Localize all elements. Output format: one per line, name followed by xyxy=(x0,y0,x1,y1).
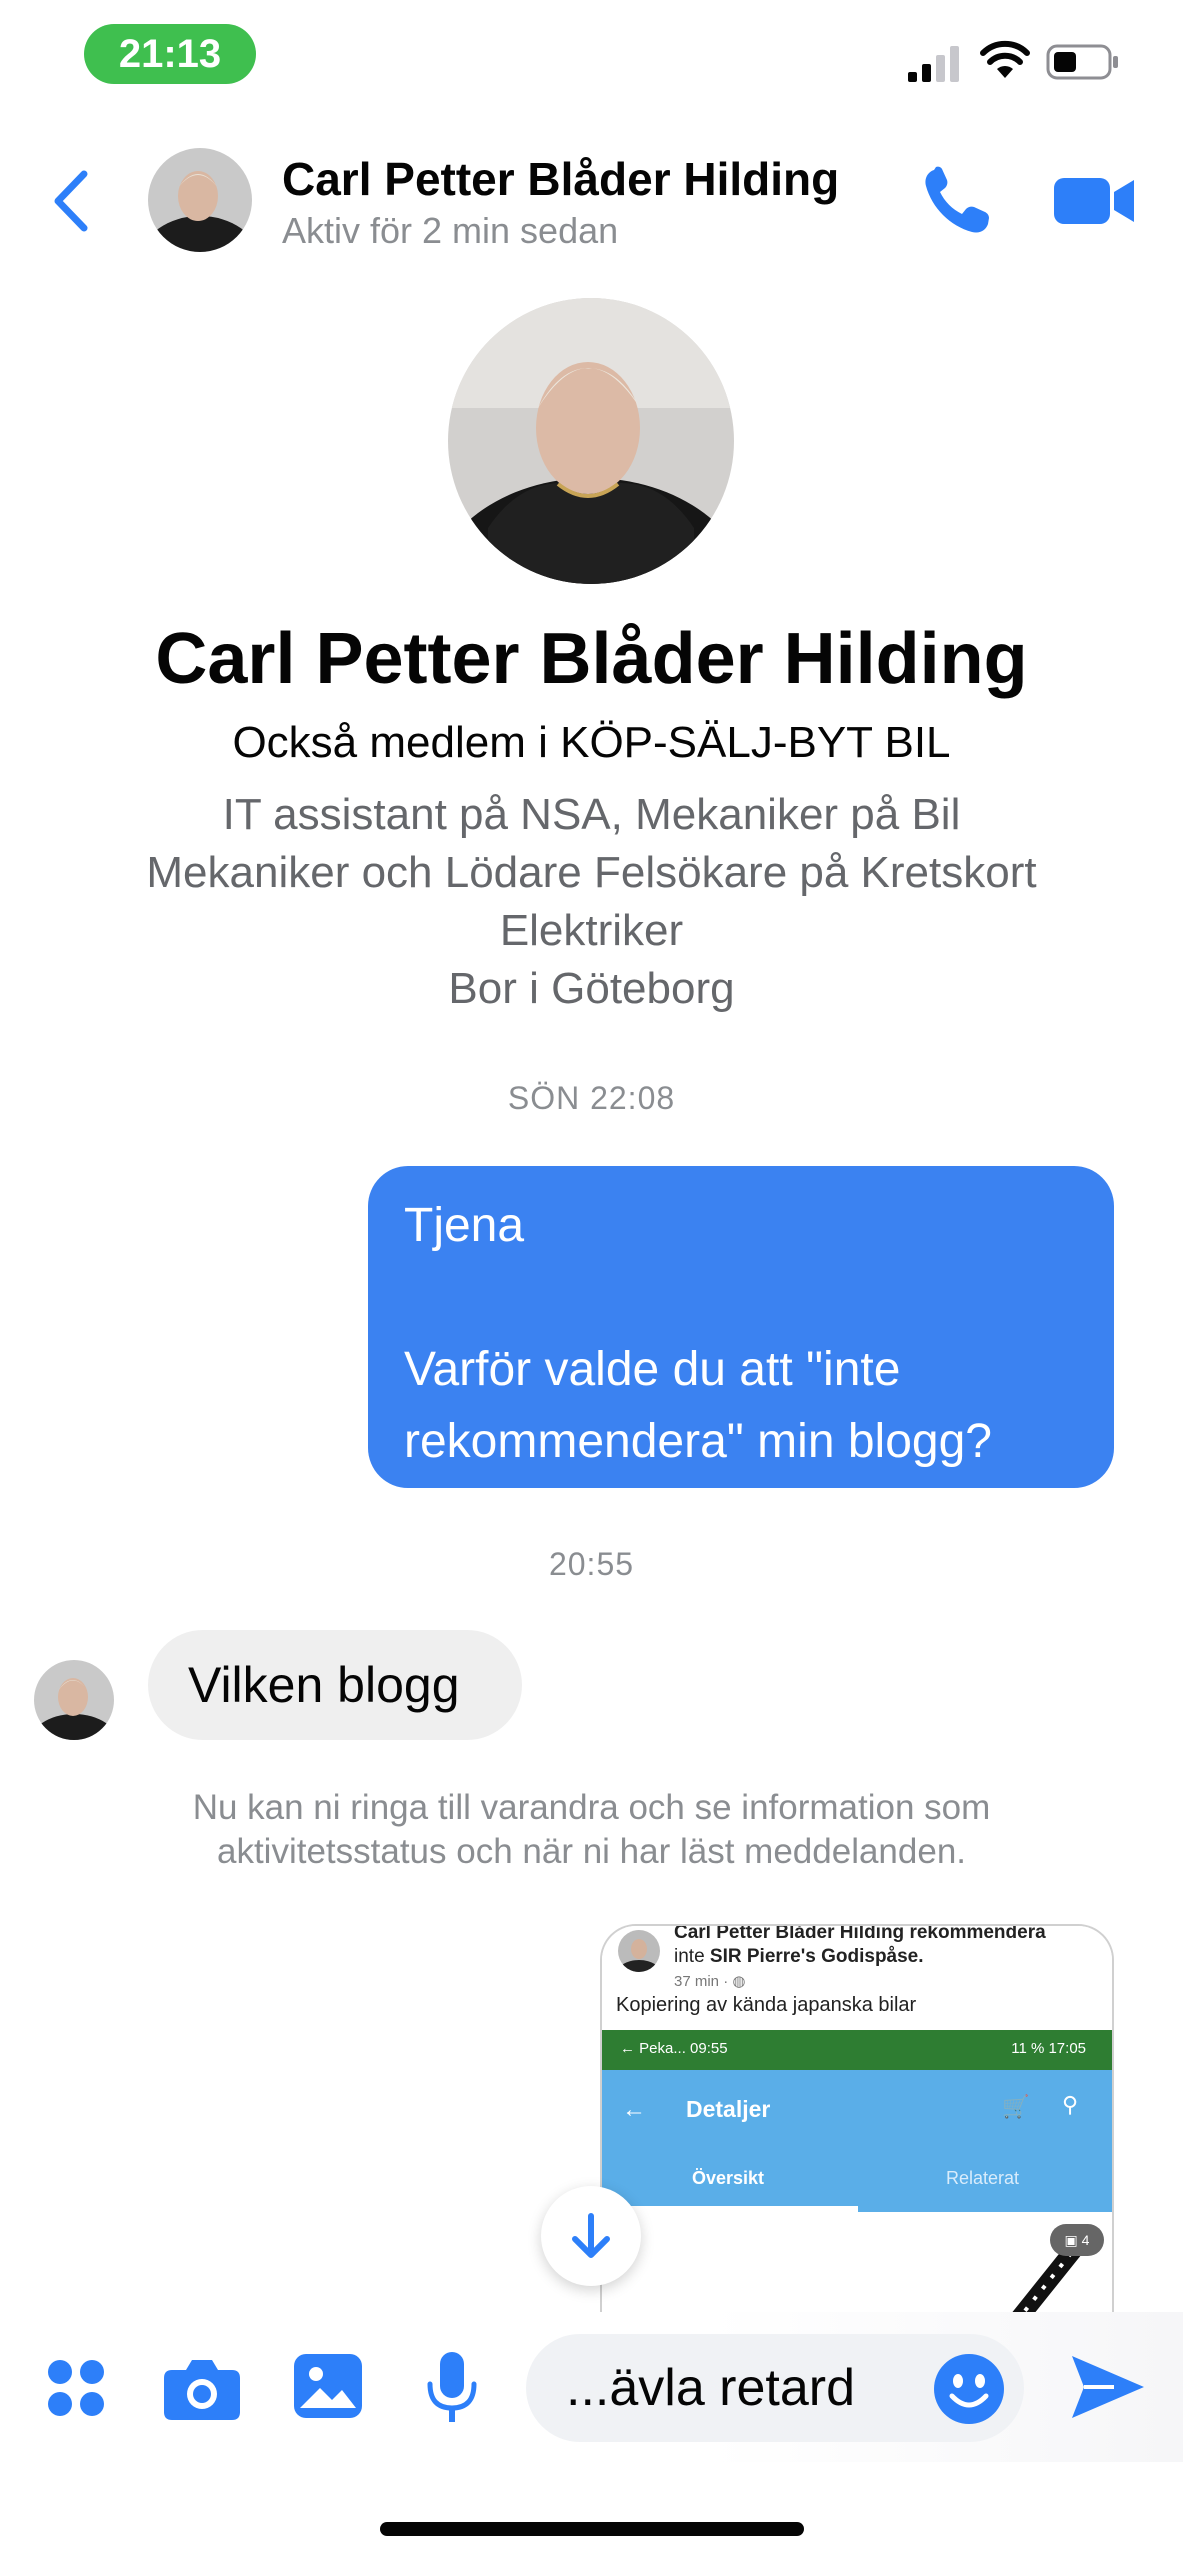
image-count: 4 xyxy=(1081,2232,1090,2248)
activity-status: Aktiv för 2 min sedan xyxy=(282,210,619,251)
attachment-text: inte xyxy=(674,1946,710,1967)
incoming-message-bubble[interactable]: Vilken blogg xyxy=(148,1630,522,1740)
attachment-status-left: ← Peka... 09:55 xyxy=(620,2040,728,2057)
status-time: 21:13 xyxy=(84,24,256,84)
message-line: Varför valde du att "inte xyxy=(404,1343,901,1396)
outgoing-message-bubble[interactable]: Tjena Varför valde du att "inte rekommen… xyxy=(368,1166,1114,1488)
emoji-icon[interactable] xyxy=(934,2354,1004,2424)
profile-photo[interactable] xyxy=(448,298,734,584)
globe-icon: ◍ xyxy=(732,1973,746,1990)
group-membership: Också medlem i KÖP-SÄLJ-BYT BIL xyxy=(232,718,951,767)
attachment-appbar: ← Detaljer 🛒 ⚲ Översikt Relaterat xyxy=(602,2070,1112,2212)
profile-bio: IT assistant på NSA, Mekaniker på Bil Me… xyxy=(60,786,1123,1018)
camera-icon[interactable] xyxy=(164,2358,240,2420)
info-notice: Nu kan ni ringa till varandra och se inf… xyxy=(192,1788,991,1871)
attachment-avatar xyxy=(618,1930,660,1972)
message-line: Tjena xyxy=(404,1199,525,1252)
wifi-icon xyxy=(980,40,1030,78)
attachment-post: Carl Petter Blåder Hilding rekommendera … xyxy=(602,1924,1112,2030)
attachment-author-line2: inte SIR Pierre's Godispåse. xyxy=(674,1946,924,1968)
attachment-status-text: Peka... 09:55 xyxy=(639,2040,728,2057)
bio-line: IT assistant på NSA, Mekaniker på Bil xyxy=(222,790,961,839)
video-camera-icon[interactable] xyxy=(1054,170,1138,230)
scroll-to-bottom-button[interactable] xyxy=(541,2186,641,2286)
home-indicator[interactable] xyxy=(380,2522,804,2536)
message-timestamp: 20:55 xyxy=(548,1546,635,1582)
attachment-tab-related: Relaterat xyxy=(946,2168,1020,2188)
bio-line: Bor i Göteborg xyxy=(448,964,735,1013)
image-icon: ▣ xyxy=(1064,2232,1082,2248)
message-composer: ...ävla retard xyxy=(0,2312,1183,2462)
attachment-tab-overview: Översikt xyxy=(692,2168,765,2188)
contact-name[interactable]: Carl Petter Blåder Hilding xyxy=(282,152,839,206)
conversation-header: Carl Petter Blåder Hilding Aktiv för 2 m… xyxy=(0,130,1183,270)
attachment-author: Carl Petter Blåder Hilding rekommendera xyxy=(674,1924,1046,1943)
profile-name: Carl Petter Blåder Hilding xyxy=(155,619,1028,699)
message-line xyxy=(404,1262,1078,1334)
arrow-down-icon xyxy=(572,2213,610,2258)
attachment-app-title: Detaljer xyxy=(686,2096,771,2122)
image-count-badge: ▣ 4 xyxy=(1050,2224,1104,2256)
attachment-status-right: 11 % 17:05 xyxy=(1011,2040,1086,2057)
send-icon[interactable] xyxy=(1070,2352,1146,2422)
message-input[interactable]: ...ävla retard xyxy=(526,2334,1024,2442)
attachment-time: 37 min · xyxy=(674,1973,733,1990)
message-input-text: ...ävla retard xyxy=(566,2359,856,2417)
image-attachment[interactable]: Carl Petter Blåder Hilding rekommendera … xyxy=(600,1924,1114,2334)
attachment-meta: 37 min · ◍ xyxy=(674,1972,745,1990)
microphone-icon[interactable] xyxy=(424,2352,480,2426)
gallery-icon[interactable] xyxy=(294,2354,362,2418)
cart-icon: 🛒 xyxy=(1002,2094,1030,2119)
cellular-signal-icon xyxy=(908,46,959,82)
back-chevron-icon[interactable] xyxy=(44,166,104,236)
arrow-left-icon: ← xyxy=(622,2096,646,2123)
message-line: rekommendera" min blogg? xyxy=(404,1415,992,1468)
status-bar: 21:13 xyxy=(0,0,1183,120)
attachment-post-text: Kopiering av kända japanska bilar xyxy=(616,1994,917,2016)
message-timestamp: SÖN 22:08 xyxy=(507,1080,676,1116)
battery-icon xyxy=(1046,44,1118,80)
back-arrow-icon: ← xyxy=(620,2040,640,2057)
sender-avatar[interactable] xyxy=(34,1660,114,1740)
bio-line: Elektriker xyxy=(499,906,684,955)
bio-line: Mekaniker och Lödare Felsökare på Kretsk… xyxy=(146,848,1037,897)
search-icon: ⚲ xyxy=(1062,2092,1079,2117)
attachment-statusbar: ← Peka... 09:55 11 % 17:05 xyxy=(602,2030,1112,2070)
attachment-page-name: SIR Pierre's Godispåse. xyxy=(709,1946,924,1967)
phone-icon[interactable] xyxy=(920,162,996,238)
avatar[interactable] xyxy=(148,148,252,252)
menu-dots-icon[interactable] xyxy=(44,2356,108,2420)
